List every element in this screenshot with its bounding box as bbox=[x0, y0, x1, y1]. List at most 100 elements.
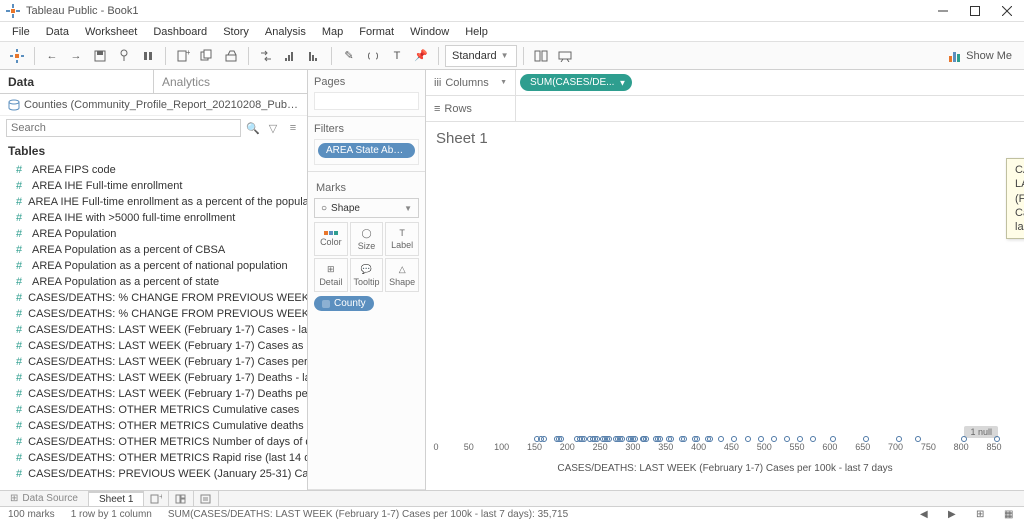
field-item[interactable]: #AREA IHE Full-time enrollment as a perc… bbox=[0, 194, 307, 210]
show-me-button[interactable]: Show Me bbox=[942, 47, 1018, 65]
status-icon-1[interactable]: ◀ bbox=[920, 509, 932, 521]
field-label: AREA IHE Full-time enrollment as a perce… bbox=[28, 196, 307, 208]
field-label: CASES/DEATHS: OTHER METRICS Number of da… bbox=[28, 436, 307, 448]
tableau-logo-icon bbox=[6, 4, 20, 18]
sort-asc-button[interactable] bbox=[279, 45, 301, 67]
marks-card: Marks ○Shape ▼ Color ◯Size TLabel ⊞Detai… bbox=[308, 172, 425, 490]
view-pane: iiiColumns▼ SUM(CASES/DE... ▼ ≡Rows CASE… bbox=[426, 70, 1024, 490]
menu-analysis[interactable]: Analysis bbox=[259, 24, 312, 40]
search-input[interactable] bbox=[6, 119, 241, 137]
field-item[interactable]: #AREA Population as a percent of state bbox=[0, 274, 307, 290]
field-item[interactable]: #CASES/DEATHS: OTHER METRICS Number of d… bbox=[0, 434, 307, 450]
maximize-button[interactable] bbox=[968, 4, 982, 18]
menu-story[interactable]: Story bbox=[217, 24, 255, 40]
new-datasource-button[interactable] bbox=[113, 45, 135, 67]
show-cards-button[interactable] bbox=[530, 45, 552, 67]
minimize-button[interactable] bbox=[936, 4, 950, 18]
status-icon-4[interactable]: ▦ bbox=[1004, 509, 1016, 521]
detail-pill[interactable]: County bbox=[314, 296, 374, 311]
sheet-title[interactable]: Sheet 1 bbox=[426, 122, 1024, 155]
menu-format[interactable]: Format bbox=[353, 24, 400, 40]
field-item[interactable]: #CASES/DEATHS: % CHANGE FROM PREVIOUS WE… bbox=[0, 290, 307, 306]
field-label: CASES/DEATHS: OTHER METRICS Cumulative c… bbox=[28, 404, 299, 416]
axis-tick: 700 bbox=[888, 442, 903, 452]
status-sum: SUM(CASES/DEATHS: LAST WEEK (February 1-… bbox=[168, 509, 568, 520]
marks-label[interactable]: TLabel bbox=[385, 222, 419, 256]
field-item[interactable]: #CASES/DEATHS: LAST WEEK (February 1-7) … bbox=[0, 370, 307, 386]
tab-data-source[interactable]: ⊞Data Source bbox=[0, 491, 89, 506]
clear-button[interactable] bbox=[220, 45, 242, 67]
status-icon-2[interactable]: ▶ bbox=[948, 509, 960, 521]
highlight-button[interactable]: ✎ bbox=[338, 45, 360, 67]
tab-sheet1[interactable]: Sheet 1 bbox=[89, 491, 144, 506]
marks-size[interactable]: ◯Size bbox=[350, 222, 384, 256]
save-button[interactable] bbox=[89, 45, 111, 67]
tableau-icon[interactable] bbox=[6, 45, 28, 67]
color-icon bbox=[324, 231, 338, 235]
field-item[interactable]: #CASES/DEATHS: PREVIOUS WEEK (January 25… bbox=[0, 466, 307, 482]
sort-desc-button[interactable] bbox=[303, 45, 325, 67]
cards-pane: Pages Filters AREA State Abbrevia... Mar… bbox=[308, 70, 426, 490]
status-icon-3[interactable]: ⊞ bbox=[976, 509, 988, 521]
close-button[interactable] bbox=[1000, 4, 1014, 18]
measure-icon: # bbox=[16, 356, 22, 368]
pause-button[interactable] bbox=[137, 45, 159, 67]
marks-detail[interactable]: ⊞Detail bbox=[314, 258, 348, 292]
axis-tick: 600 bbox=[822, 442, 837, 452]
filter-icon[interactable]: ▽ bbox=[265, 120, 281, 136]
pages-shelf[interactable] bbox=[314, 92, 419, 110]
columns-pill[interactable]: SUM(CASES/DE... ▼ bbox=[520, 74, 632, 91]
swap-button[interactable] bbox=[255, 45, 277, 67]
field-item[interactable]: #AREA Population as a percent of nationa… bbox=[0, 258, 307, 274]
field-item[interactable]: #CASES/DEATHS: OTHER METRICS Cumulative … bbox=[0, 402, 307, 418]
menu-file[interactable]: File bbox=[6, 24, 36, 40]
menu-window[interactable]: Window bbox=[404, 24, 455, 40]
menu-data[interactable]: Data bbox=[40, 24, 75, 40]
viz-area[interactable]: 1 null 050100150200250300350400450500550… bbox=[426, 155, 1024, 490]
pin-button[interactable]: 📌 bbox=[410, 45, 432, 67]
new-dashboard-tab[interactable] bbox=[169, 491, 194, 506]
field-item[interactable]: #AREA FIPS code bbox=[0, 162, 307, 178]
menu-worksheet[interactable]: Worksheet bbox=[79, 24, 143, 40]
marks-shape[interactable]: △Shape bbox=[385, 258, 419, 292]
menu-map[interactable]: Map bbox=[316, 24, 349, 40]
label-icon: T bbox=[399, 228, 405, 238]
field-item[interactable]: #AREA IHE Full-time enrollment bbox=[0, 178, 307, 194]
chevron-down-icon: ▼ bbox=[501, 51, 509, 60]
redo-button[interactable]: → bbox=[65, 45, 87, 67]
columns-shelf[interactable]: iiiColumns▼ SUM(CASES/DE... ▼ bbox=[426, 70, 1024, 96]
search-icon[interactable]: 🔍 bbox=[245, 120, 261, 136]
filter-pill[interactable]: AREA State Abbrevia... bbox=[318, 143, 415, 158]
field-item[interactable]: #AREA IHE with >5000 full-time enrollmen… bbox=[0, 210, 307, 226]
new-worksheet-tab[interactable]: + bbox=[144, 491, 169, 506]
mark-type-dropdown[interactable]: ○Shape ▼ bbox=[314, 198, 419, 218]
field-item[interactable]: #CASES/DEATHS: LAST WEEK (February 1-7) … bbox=[0, 386, 307, 402]
rows-shelf[interactable]: ≡Rows bbox=[426, 96, 1024, 122]
field-item[interactable]: #CASES/DEATHS: LAST WEEK (February 1-7) … bbox=[0, 354, 307, 370]
menu-help[interactable]: Help bbox=[459, 24, 494, 40]
fit-dropdown[interactable]: Standard ▼ bbox=[445, 45, 517, 67]
presentation-button[interactable] bbox=[554, 45, 576, 67]
datasource-row[interactable]: Counties (Community_Profile_Report_20210… bbox=[0, 94, 307, 116]
group-button[interactable] bbox=[362, 45, 384, 67]
marks-color[interactable]: Color bbox=[314, 222, 348, 256]
field-item[interactable]: #CASES/DEATHS: LAST WEEK (February 1-7) … bbox=[0, 322, 307, 338]
menu-icon[interactable]: ≡ bbox=[285, 120, 301, 136]
marks-tooltip[interactable]: 💬Tooltip bbox=[350, 258, 384, 292]
duplicate-button[interactable] bbox=[196, 45, 218, 67]
new-story-tab[interactable] bbox=[194, 491, 219, 506]
menu-dashboard[interactable]: Dashboard bbox=[147, 24, 213, 40]
field-item[interactable]: #AREA Population bbox=[0, 226, 307, 242]
totals-button[interactable]: T bbox=[386, 45, 408, 67]
undo-button[interactable]: ← bbox=[41, 45, 63, 67]
new-worksheet-button[interactable]: + bbox=[172, 45, 194, 67]
field-item[interactable]: #AREA Population as a percent of CBSA bbox=[0, 242, 307, 258]
axis-tick: 850 bbox=[986, 442, 1001, 452]
tab-data[interactable]: Data bbox=[0, 70, 153, 93]
field-item[interactable]: #CASES/DEATHS: OTHER METRICS Rapid rise … bbox=[0, 450, 307, 466]
status-marks: 100 marks bbox=[8, 509, 55, 520]
field-item[interactable]: #CASES/DEATHS: OTHER METRICS Cumulative … bbox=[0, 418, 307, 434]
field-item[interactable]: #CASES/DEATHS: LAST WEEK (February 1-7) … bbox=[0, 338, 307, 354]
field-item[interactable]: #CASES/DEATHS: % CHANGE FROM PREVIOUS WE… bbox=[0, 306, 307, 322]
tab-analytics[interactable]: Analytics bbox=[153, 70, 307, 93]
